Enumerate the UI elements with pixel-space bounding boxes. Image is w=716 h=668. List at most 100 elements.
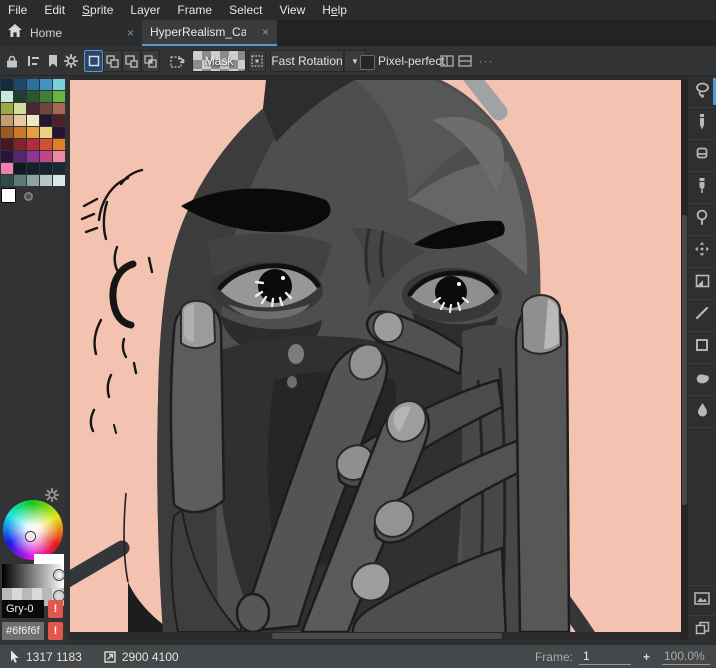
tool-slice[interactable]	[688, 268, 716, 300]
pixel-perfect-checkbox[interactable]	[360, 55, 375, 70]
tab-canvas-close-icon[interactable]: ×	[262, 25, 269, 39]
palette-swatch-1-3[interactable]	[40, 91, 52, 102]
tab-canvas[interactable]: HyperRealism_Canv ×	[142, 20, 277, 46]
canvas-artwork[interactable]	[70, 80, 681, 632]
colorbar-gear-icon[interactable]	[45, 488, 59, 502]
tool-contour[interactable]	[688, 364, 716, 396]
palette-swatch-5-4[interactable]	[53, 139, 65, 150]
palette-swatch-6-4[interactable]	[53, 151, 65, 162]
palette-swatch-8-4[interactable]	[53, 175, 65, 186]
palette-swatch-1-0[interactable]	[1, 91, 13, 102]
palette-swatch-2-2[interactable]	[27, 103, 39, 114]
palette-swatch-0-1[interactable]	[14, 79, 26, 90]
palette-swatch-5-1[interactable]	[14, 139, 26, 150]
palette-swatch-8-2[interactable]	[27, 175, 39, 186]
palette-swatch-8-3[interactable]	[40, 175, 52, 186]
palette-swatch-2-4[interactable]	[53, 103, 65, 114]
lock-button[interactable]	[2, 50, 22, 72]
tool-eyedropper[interactable]	[688, 172, 716, 204]
palette-swatch-2-0[interactable]	[1, 103, 13, 114]
palette-swatch-3-3[interactable]	[40, 115, 52, 126]
frame-field[interactable]: 1	[579, 649, 631, 665]
mask-dropdown[interactable]: Mask	[192, 50, 246, 72]
palette-swatch-4-0[interactable]	[1, 127, 13, 138]
color-wheel-cursor[interactable]	[26, 532, 35, 541]
palette-swatch-4-4[interactable]	[53, 127, 65, 138]
palette-swatch-7-3[interactable]	[40, 163, 52, 174]
palette-options-icon[interactable]	[24, 192, 33, 201]
vertical-scrollbar-thumb[interactable]	[682, 215, 687, 505]
tool-move[interactable]	[688, 236, 716, 268]
palette-swatch-3-2[interactable]	[27, 115, 39, 126]
palette-swatch-4-3[interactable]	[40, 127, 52, 138]
palette-swatch-0-0[interactable]	[1, 79, 13, 90]
palette-swatch-4-2[interactable]	[27, 127, 39, 138]
horizontal-scrollbar-thumb[interactable]	[272, 633, 502, 639]
palette-swatch-5-3[interactable]	[40, 139, 52, 150]
palette-swatch-0-3[interactable]	[40, 79, 52, 90]
palette-swatch-2-3[interactable]	[40, 103, 52, 114]
tool-line[interactable]	[688, 300, 716, 332]
add-frame-button[interactable]: +	[643, 650, 650, 664]
align-button[interactable]	[23, 50, 43, 72]
color-hex-field[interactable]: #6f6f6f	[2, 622, 44, 640]
palette-swatch-3-1[interactable]	[14, 115, 26, 126]
palette-swatch-1-1[interactable]	[14, 91, 26, 102]
selection-replace-button[interactable]	[84, 50, 103, 72]
palette-swatch-6-0[interactable]	[1, 151, 13, 162]
color-wheel[interactable]	[3, 500, 63, 560]
tab-home[interactable]: Home ×	[0, 20, 142, 46]
zoom-level-field[interactable]: 100.0%	[662, 649, 710, 665]
canvas-area[interactable]	[70, 80, 688, 640]
color-hex-warning-button[interactable]: !	[48, 622, 63, 640]
toolbar-overflow-button[interactable]: ···	[478, 50, 494, 72]
tiled-x-button[interactable]	[438, 50, 456, 72]
palette-swatch-6-3[interactable]	[40, 151, 52, 162]
palette-swatch-1-4[interactable]	[53, 91, 65, 102]
palette-swatch-7-2[interactable]	[27, 163, 39, 174]
palette-swatch-2-1[interactable]	[14, 103, 26, 114]
vertical-scrollbar[interactable]	[681, 80, 688, 640]
menu-file[interactable]: File	[8, 3, 27, 17]
rotate-button[interactable]	[166, 50, 188, 72]
color-name-warning-button[interactable]: !	[48, 600, 63, 618]
palette-swatch-4-1[interactable]	[14, 127, 26, 138]
shade-handle-icon[interactable]	[54, 570, 64, 580]
settings-gear-icon[interactable]	[62, 50, 80, 72]
selection-subtract-button[interactable]	[122, 50, 141, 72]
palette-swatch-7-0[interactable]	[1, 163, 13, 174]
palette-swatch-5-2[interactable]	[27, 139, 39, 150]
palette-swatch-0-2[interactable]	[27, 79, 39, 90]
palette-swatch-1-2[interactable]	[27, 91, 39, 102]
menu-edit[interactable]: Edit	[44, 3, 65, 17]
selected-palette-swatch[interactable]	[2, 189, 15, 202]
bookmark-button[interactable]	[44, 50, 62, 72]
horizontal-scrollbar[interactable]	[70, 632, 681, 640]
menu-layer[interactable]: Layer	[130, 3, 160, 17]
tool-lasso[interactable]	[688, 76, 716, 108]
tool-blur[interactable]	[688, 396, 716, 428]
selection-intersect-button[interactable]	[141, 50, 160, 72]
palette-swatch-3-4[interactable]	[53, 115, 65, 126]
tool-zoom[interactable]	[688, 204, 716, 236]
tool-eraser[interactable]	[688, 140, 716, 172]
palette-swatch-8-0[interactable]	[1, 175, 13, 186]
palette-swatch-7-4[interactable]	[53, 163, 65, 174]
tool-rectangle[interactable]	[688, 332, 716, 364]
palette-swatch-6-1[interactable]	[14, 151, 26, 162]
palette-swatch-6-2[interactable]	[27, 151, 39, 162]
palette-swatch-8-1[interactable]	[14, 175, 26, 186]
tiled-y-button[interactable]	[456, 50, 474, 72]
fast-rotation-dropdown[interactable]: Fast Rotation	[270, 50, 344, 72]
palette-swatch-5-0[interactable]	[1, 139, 13, 150]
menu-select[interactable]: Select	[229, 3, 262, 17]
pixel-brush-button[interactable]	[248, 50, 266, 72]
tool-pencil[interactable]	[688, 108, 716, 140]
menu-sprite[interactable]: Sprite	[82, 3, 113, 17]
selection-add-button[interactable]	[103, 50, 122, 72]
menu-frame[interactable]: Frame	[177, 3, 212, 17]
menu-help[interactable]: Help	[322, 3, 347, 17]
preview-toggle-button[interactable]	[688, 585, 716, 615]
palette-swatch-0-4[interactable]	[53, 79, 65, 90]
palette-swatch-7-1[interactable]	[14, 163, 26, 174]
